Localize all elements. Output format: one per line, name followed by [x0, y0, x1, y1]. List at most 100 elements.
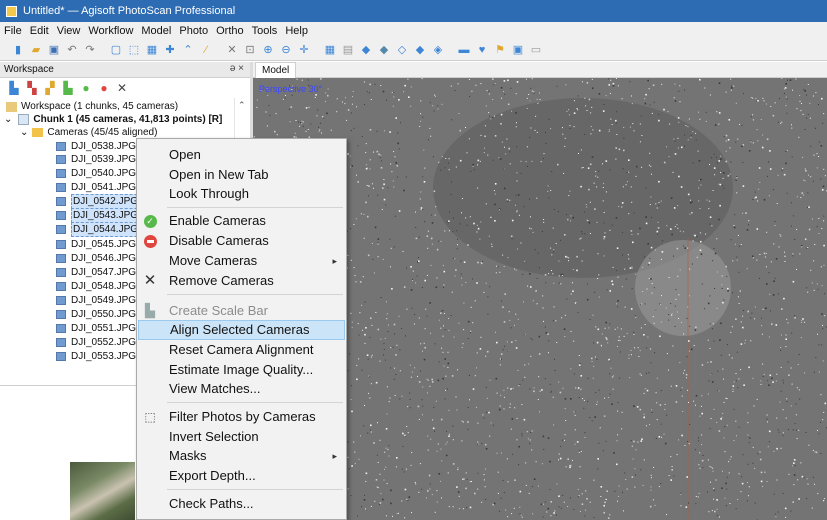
chunk-icon — [18, 114, 30, 125]
window-title: Untitled* — Agisoft PhotoScan Profession… — [23, 5, 236, 17]
tree-chunk[interactable]: ⌄ Chunk 1 (45 cameras, 41,813 points) [R… — [4, 113, 222, 126]
textured-icon[interactable]: ◆ — [412, 42, 428, 58]
camera-item[interactable]: DJI_0553.JPG — [56, 350, 136, 363]
move-icon[interactable]: ✚ — [162, 42, 178, 58]
camera-item[interactable]: DJI_0548.JPG — [56, 280, 136, 293]
context-menu: Open Open in New Tab Look Through ✓ Enab… — [136, 138, 347, 520]
menu-workflow[interactable]: Workflow — [88, 25, 133, 37]
rect-select-icon[interactable]: ⬚ — [126, 42, 142, 58]
wireframe-icon[interactable]: ◇ — [394, 42, 410, 58]
show-markers-icon[interactable]: ⚑ — [492, 42, 508, 58]
new-icon[interactable]: ▮ — [10, 42, 26, 58]
menu-tools[interactable]: Tools — [252, 25, 278, 37]
enable-icon[interactable]: ● — [78, 80, 94, 96]
add-markers-icon[interactable]: ▙ — [60, 80, 76, 96]
delete-selection-icon[interactable]: ✕ — [224, 42, 240, 58]
camera-image-icon — [56, 183, 66, 192]
show-region-icon[interactable]: ♥ — [474, 42, 490, 58]
undo-icon[interactable]: ↶ — [64, 42, 80, 58]
save-icon[interactable]: ▣ — [46, 42, 62, 58]
menu-item-masks[interactable]: Masks ▸ — [138, 446, 345, 466]
dense-cloud-icon[interactable]: ▤ — [340, 42, 356, 58]
scale-bar-icon: ▙ — [145, 303, 155, 318]
shaded-icon[interactable]: ◆ — [376, 42, 392, 58]
menu-item-check-paths[interactable]: Check Paths... — [138, 494, 345, 514]
camera-item[interactable]: DJI_0547.JPG — [56, 266, 136, 279]
submenu-arrow-icon: ▸ — [332, 256, 337, 266]
menu-edit[interactable]: Edit — [30, 25, 49, 37]
menu-item-align-selected-cameras[interactable]: Align Selected Cameras — [138, 320, 345, 340]
workspace-toolbar: ▙ ▚ ▞ ▙ ● ● ✕ — [0, 78, 250, 98]
check-circle-icon: ✓ — [143, 214, 157, 228]
collapse-chevron-icon[interactable]: ⌄ — [4, 113, 12, 126]
redo-icon[interactable]: ↷ — [82, 42, 98, 58]
menu-view[interactable]: View — [57, 25, 81, 37]
disable-icon[interactable]: ● — [96, 80, 112, 96]
view-tab-bar: Model — [253, 62, 827, 78]
menu-item-look-through[interactable]: Look Through — [138, 184, 345, 204]
menu-item-export-depth[interactable]: Export Depth... — [138, 466, 345, 486]
menu-item-invert-selection[interactable]: Invert Selection — [138, 427, 345, 447]
photo-thumbnail[interactable] — [70, 462, 135, 520]
shape-icon[interactable]: ⌃ — [180, 42, 196, 58]
ruler-icon[interactable]: ⁄ — [198, 42, 214, 58]
camera-image-icon — [56, 142, 66, 151]
menu-model[interactable]: Model — [141, 25, 171, 37]
camera-item[interactable]: DJI_0551.JPG — [56, 322, 136, 335]
show-shapes-icon[interactable]: ▣ — [510, 42, 526, 58]
tree-root[interactable]: Workspace (1 chunks, 45 cameras) — [6, 100, 178, 113]
menu-help[interactable]: Help — [285, 25, 308, 37]
camera-image-icon — [56, 268, 66, 277]
menu-item-open[interactable]: Open — [138, 145, 345, 165]
menu-item-estimate-image-quality[interactable]: Estimate Image Quality... — [138, 360, 345, 380]
camera-item[interactable]: DJI_0550.JPG — [56, 308, 136, 321]
point-cloud-icon[interactable]: ▦ — [322, 42, 338, 58]
menu-photo[interactable]: Photo — [179, 25, 208, 37]
tiled-icon[interactable]: ◈ — [430, 42, 446, 58]
camera-image-icon — [56, 211, 66, 220]
select-icon[interactable]: ▢ — [108, 42, 124, 58]
camera-item[interactable]: DJI_0541.JPG — [56, 181, 136, 194]
menu-separator — [167, 294, 343, 295]
camera-item[interactable]: DJI_0546.JPG — [56, 252, 136, 265]
zoom-in-icon[interactable]: ⊕ — [260, 42, 276, 58]
open-icon[interactable]: ▰ — [28, 42, 44, 58]
add-photos-icon[interactable]: ▚ — [24, 80, 40, 96]
tab-model[interactable]: Model — [255, 62, 297, 78]
camera-image-icon — [56, 225, 66, 234]
show-cameras-icon[interactable]: ▬ — [456, 42, 472, 58]
panel-controls[interactable]: ə × — [230, 63, 244, 74]
crop-selection-icon[interactable]: ⊡ — [242, 42, 258, 58]
mesh-icon[interactable]: ◆ — [358, 42, 374, 58]
collapse-chevron-icon[interactable]: ⌄ — [20, 126, 28, 139]
menu-item-disable-cameras[interactable]: Disable Cameras — [138, 231, 345, 251]
camera-item[interactable]: DJI_0539.JPG — [56, 153, 136, 166]
menu-item-remove-cameras[interactable]: ✕ Remove Cameras — [138, 271, 345, 291]
scroll-up-arrow-icon[interactable]: ⌃ — [238, 100, 246, 111]
menu-item-filter-photos-by-cameras[interactable]: ⬚ Filter Photos by Cameras — [138, 407, 345, 427]
menu-item-reset-camera-alignment[interactable]: Reset Camera Alignment — [138, 340, 345, 360]
zoom-out-icon[interactable]: ⊖ — [278, 42, 294, 58]
add-folder-icon[interactable]: ▞ — [42, 80, 58, 96]
camera-item[interactable]: DJI_0545.JPG — [56, 238, 136, 251]
navigation-icon[interactable]: ▦ — [144, 42, 160, 58]
camera-item[interactable]: DJI_0549.JPG — [56, 294, 136, 307]
menu-ortho[interactable]: Ortho — [216, 25, 244, 37]
camera-item[interactable]: DJI_0540.JPG — [56, 167, 136, 180]
menu-separator — [167, 207, 343, 208]
menu-item-move-cameras[interactable]: Move Cameras ▸ — [138, 251, 345, 271]
camera-item[interactable]: DJI_0552.JPG — [56, 336, 136, 349]
menu-item-enable-cameras[interactable]: ✓ Enable Cameras — [138, 211, 345, 231]
remove-icon[interactable]: ✕ — [114, 80, 130, 96]
show-scalebars-icon[interactable]: ▭ — [528, 42, 544, 58]
camera-item[interactable]: DJI_0538.JPG — [56, 140, 136, 153]
reset-view-icon[interactable]: ✛ — [296, 42, 312, 58]
menu-item-view-matches[interactable]: View Matches... — [138, 379, 345, 399]
camera-image-icon — [56, 338, 66, 347]
menu-file[interactable]: File — [4, 25, 22, 37]
folder-icon — [32, 128, 44, 137]
menu-item-create-scale-bar[interactable]: ▙ Create Scale Bar — [138, 301, 345, 321]
camera-image-icon — [56, 324, 66, 333]
add-chunk-icon[interactable]: ▙ — [6, 80, 22, 96]
menu-item-open-in-new-tab[interactable]: Open in New Tab — [138, 165, 345, 185]
